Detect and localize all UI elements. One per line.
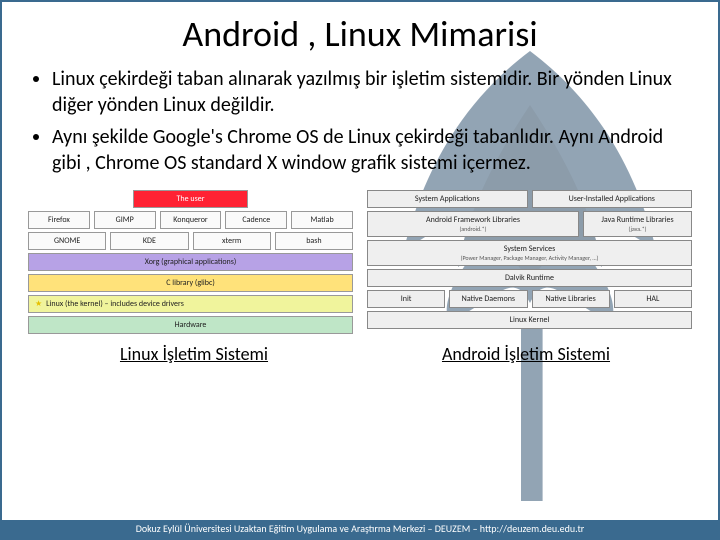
- diagrams-row: The user Firefox GIMP Konqueror Cadence …: [2, 190, 718, 337]
- diagram-captions: Linux İşletim Sistemi Android İşletim Si…: [2, 337, 718, 365]
- linux-app-cell: xterm: [193, 232, 271, 250]
- caption-linux: Linux İşletim Sistemi: [28, 343, 360, 365]
- linux-user-layer: The user: [133, 190, 248, 208]
- android-system-services-cell: System Services (Power Manager, Package …: [367, 240, 692, 266]
- android-diagram: System Applications User-Installed Appli…: [367, 190, 692, 337]
- linux-diagram: The user Firefox GIMP Konqueror Cadence …: [28, 190, 353, 337]
- linux-apps-row-1: Firefox GIMP Konqueror Cadence Matlab: [28, 211, 353, 229]
- linux-app-cell: Konqueror: [160, 211, 222, 229]
- android-native-libs-cell: Native Libraries: [532, 290, 610, 308]
- caption-android: Android İşletim Sistemi: [360, 343, 692, 365]
- bullet-item: Aynı şekilde Google's Chrome OS de Linux…: [52, 124, 684, 176]
- slide: Android , Linux Mimarisi Linux çekirdeği…: [0, 0, 720, 540]
- android-kernel-cell: Linux Kernel: [367, 311, 692, 329]
- android-init-cell: Init: [367, 290, 445, 308]
- linux-app-cell: bash: [275, 232, 353, 250]
- linux-app-cell: GNOME: [28, 232, 106, 250]
- linux-xorg-layer: Xorg (graphical applications): [28, 253, 353, 271]
- linux-apps-row-2: GNOME KDE xterm bash: [28, 232, 353, 250]
- slide-title: Android , Linux Mimarisi: [2, 2, 718, 62]
- android-framework-cell: Android Framework Libraries (android.*): [367, 211, 579, 237]
- android-system-services-label: System Services: [504, 244, 555, 254]
- linux-kernel-layer: Linux (the kernel) – includes device dri…: [28, 295, 353, 313]
- linux-app-cell: Matlab: [291, 211, 353, 229]
- bullet-list: Linux çekirdeği taban alınarak yazılmış …: [2, 62, 718, 190]
- bullet-item: Linux çekirdeği taban alınarak yazılmış …: [52, 66, 684, 118]
- android-dalvik-cell: Dalvik Runtime: [367, 269, 692, 287]
- android-java-runtime-sub: (java.*): [586, 225, 689, 233]
- android-system-services-sub: (Power Manager, Package Manager, Activit…: [370, 254, 689, 262]
- android-java-runtime-label: Java Runtime Libraries: [601, 215, 673, 225]
- android-userapps-cell: User-Installed Applications: [532, 190, 693, 208]
- android-daemons-cell: Native Daemons: [449, 290, 527, 308]
- linux-app-cell: KDE: [110, 232, 188, 250]
- android-framework-label: Android Framework Libraries: [426, 215, 520, 225]
- android-framework-sub: (android.*): [370, 225, 576, 233]
- linux-clib-layer: C library (glibc): [28, 274, 353, 292]
- android-sysapps-cell: System Applications: [367, 190, 528, 208]
- linux-app-cell: GIMP: [94, 211, 156, 229]
- linux-hardware-layer: Hardware: [28, 316, 353, 334]
- android-java-runtime-cell: Java Runtime Libraries (java.*): [583, 211, 692, 237]
- android-hal-cell: HAL: [614, 290, 692, 308]
- linux-app-cell: Firefox: [28, 211, 90, 229]
- linux-app-cell: Cadence: [225, 211, 287, 229]
- content-area: Android , Linux Mimarisi Linux çekirdeği…: [2, 2, 718, 538]
